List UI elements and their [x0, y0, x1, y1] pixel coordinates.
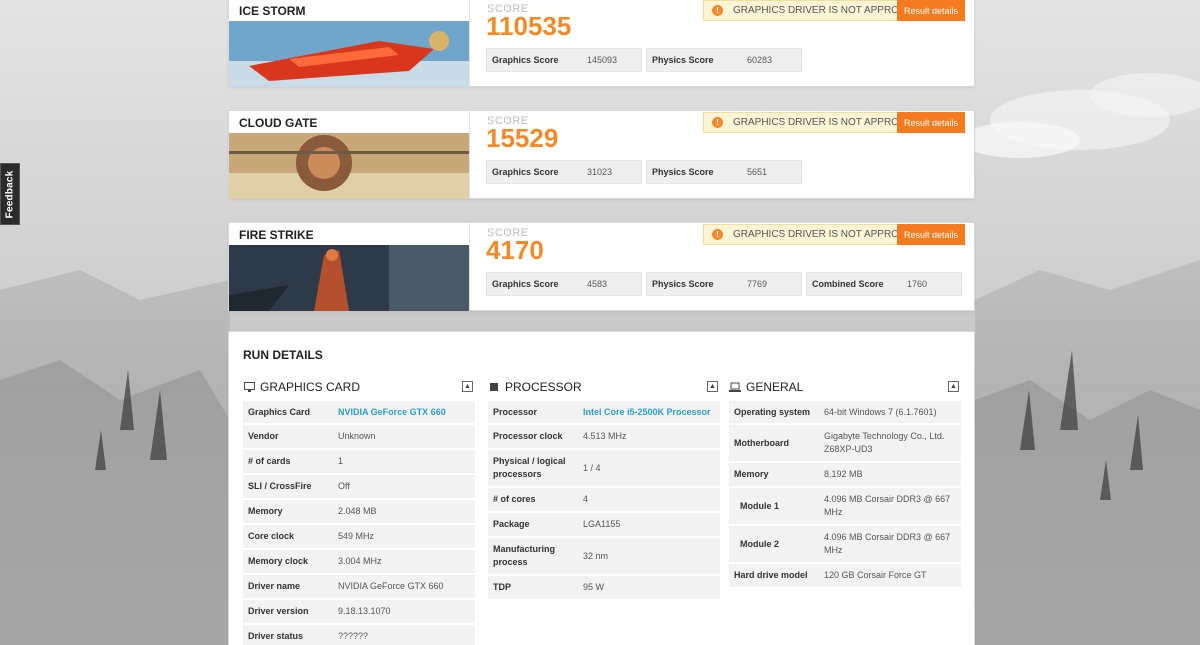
processor-section: PROCESSOR ▲ Processor Intel Core i5-2500… — [488, 378, 720, 601]
benchmark-cloud-gate: CLOUD GATE SCORE 15529 ! GRAPHICS DRIVER… — [228, 110, 975, 199]
detail-row: Operating system 64-bit Windows 7 (6.1.7… — [729, 401, 961, 425]
combined-score: Combined Score 1760 — [806, 272, 962, 296]
warning-icon: ! — [712, 229, 723, 240]
detail-row: Core clock 549 MHz — [243, 525, 475, 550]
section-title: PROCESSOR — [505, 380, 582, 394]
graphics-card-link[interactable]: NVIDIA GeForce GTX 660 — [338, 406, 470, 419]
graphics-score: Graphics Score 4583 — [486, 272, 642, 296]
driver-warning: ! GRAPHICS DRIVER IS NOT APPROVED — [703, 0, 922, 21]
monitor-icon — [243, 381, 255, 393]
benchmark-ice-storm: ICE STORM SCORE 110535 ! GRAPHICS DRIVER… — [228, 0, 975, 87]
detail-row: Processor clock 4.513 MHz — [488, 425, 720, 450]
chip-icon — [488, 381, 500, 393]
physics-score: Physics Score 7769 — [646, 272, 802, 296]
detail-row: TDP 95 W — [488, 576, 720, 601]
general-section: GENERAL ▲ Operating system 64-bit Window… — [729, 378, 961, 589]
detail-row: Motherboard Gigabyte Technology Co., Ltd… — [729, 425, 961, 463]
graphics-score: Graphics Score 31023 — [486, 160, 642, 184]
warning-icon: ! — [712, 117, 723, 128]
benchmark-thumbnail — [229, 245, 469, 311]
physics-score: Physics Score 60283 — [646, 48, 802, 72]
detail-row: Memory clock 3.004 MHz — [243, 550, 475, 575]
run-details-panel: RUN DETAILS GRAPHICS CARD ▲ Graphics Car… — [228, 331, 975, 645]
processor-link[interactable]: Intel Core i5-2500K Processor — [583, 406, 715, 419]
laptop-icon — [729, 381, 741, 393]
collapse-icon[interactable]: ▲ — [948, 381, 959, 392]
benchmark-thumbnail — [229, 133, 469, 199]
collapse-icon[interactable]: ▲ — [707, 381, 718, 392]
detail-row: Driver status ?????? — [243, 625, 475, 645]
benchmark-title: FIRE STRIKE — [239, 228, 314, 242]
overall-score: 15529 — [486, 123, 559, 153]
detail-row: Driver version 9.18.13.1070 — [243, 600, 475, 625]
driver-warning: ! GRAPHICS DRIVER IS NOT APPROVED — [703, 112, 922, 133]
physics-score: Physics Score 5651 — [646, 160, 802, 184]
benchmark-fire-strike: FIRE STRIKE SCORE 4170 ! GRAPHICS DRIVER… — [228, 222, 975, 311]
detail-row: # of cards 1 — [243, 450, 475, 475]
benchmark-title: ICE STORM — [239, 4, 306, 18]
run-details-title: RUN DETAILS — [243, 348, 323, 362]
detail-row: Module 1 4.096 MB Corsair DDR3 @ 667 MHz — [729, 488, 961, 526]
detail-row: Memory 8.192 MB — [729, 463, 961, 488]
detail-row: Physical / logical processors 1 / 4 — [488, 450, 720, 488]
overall-score: 110535 — [486, 11, 572, 41]
detail-row: Module 2 4.096 MB Corsair DDR3 @ 667 MHz — [729, 526, 961, 564]
result-details-button[interactable]: Result details — [897, 0, 965, 21]
graphics-card-section: GRAPHICS CARD ▲ Graphics Card NVIDIA GeF… — [243, 378, 475, 645]
overall-score: 4170 — [486, 235, 544, 265]
detail-row: Package LGA1155 — [488, 513, 720, 538]
warning-icon: ! — [712, 5, 723, 16]
detail-row: Driver name NVIDIA GeForce GTX 660 — [243, 575, 475, 600]
section-title: GENERAL — [746, 380, 804, 394]
driver-warning: ! GRAPHICS DRIVER IS NOT APPROVED — [703, 224, 922, 245]
feedback-tab[interactable]: Feedback — [0, 163, 20, 225]
detail-row: SLI / CrossFire Off — [243, 475, 475, 500]
detail-row: Processor Intel Core i5-2500K Processor — [488, 401, 720, 425]
section-title: GRAPHICS CARD — [260, 380, 361, 394]
feedback-label: Feedback — [4, 170, 16, 218]
result-details-button[interactable]: Result details — [897, 224, 965, 245]
collapse-icon[interactable]: ▲ — [462, 381, 473, 392]
detail-row: Vendor Unknown — [243, 425, 475, 450]
detail-row: Hard drive model 120 GB Corsair Force GT — [729, 564, 961, 589]
detail-row: Memory 2.048 MB — [243, 500, 475, 525]
result-details-button[interactable]: Result details — [897, 112, 965, 133]
benchmark-thumbnail — [229, 21, 469, 87]
detail-row: Manufacturing process 32 nm — [488, 538, 720, 576]
detail-row: Graphics Card NVIDIA GeForce GTX 660 — [243, 401, 475, 425]
detail-row: # of cores 4 — [488, 488, 720, 513]
graphics-score: Graphics Score 145093 — [486, 48, 642, 72]
benchmark-title: CLOUD GATE — [239, 116, 318, 130]
